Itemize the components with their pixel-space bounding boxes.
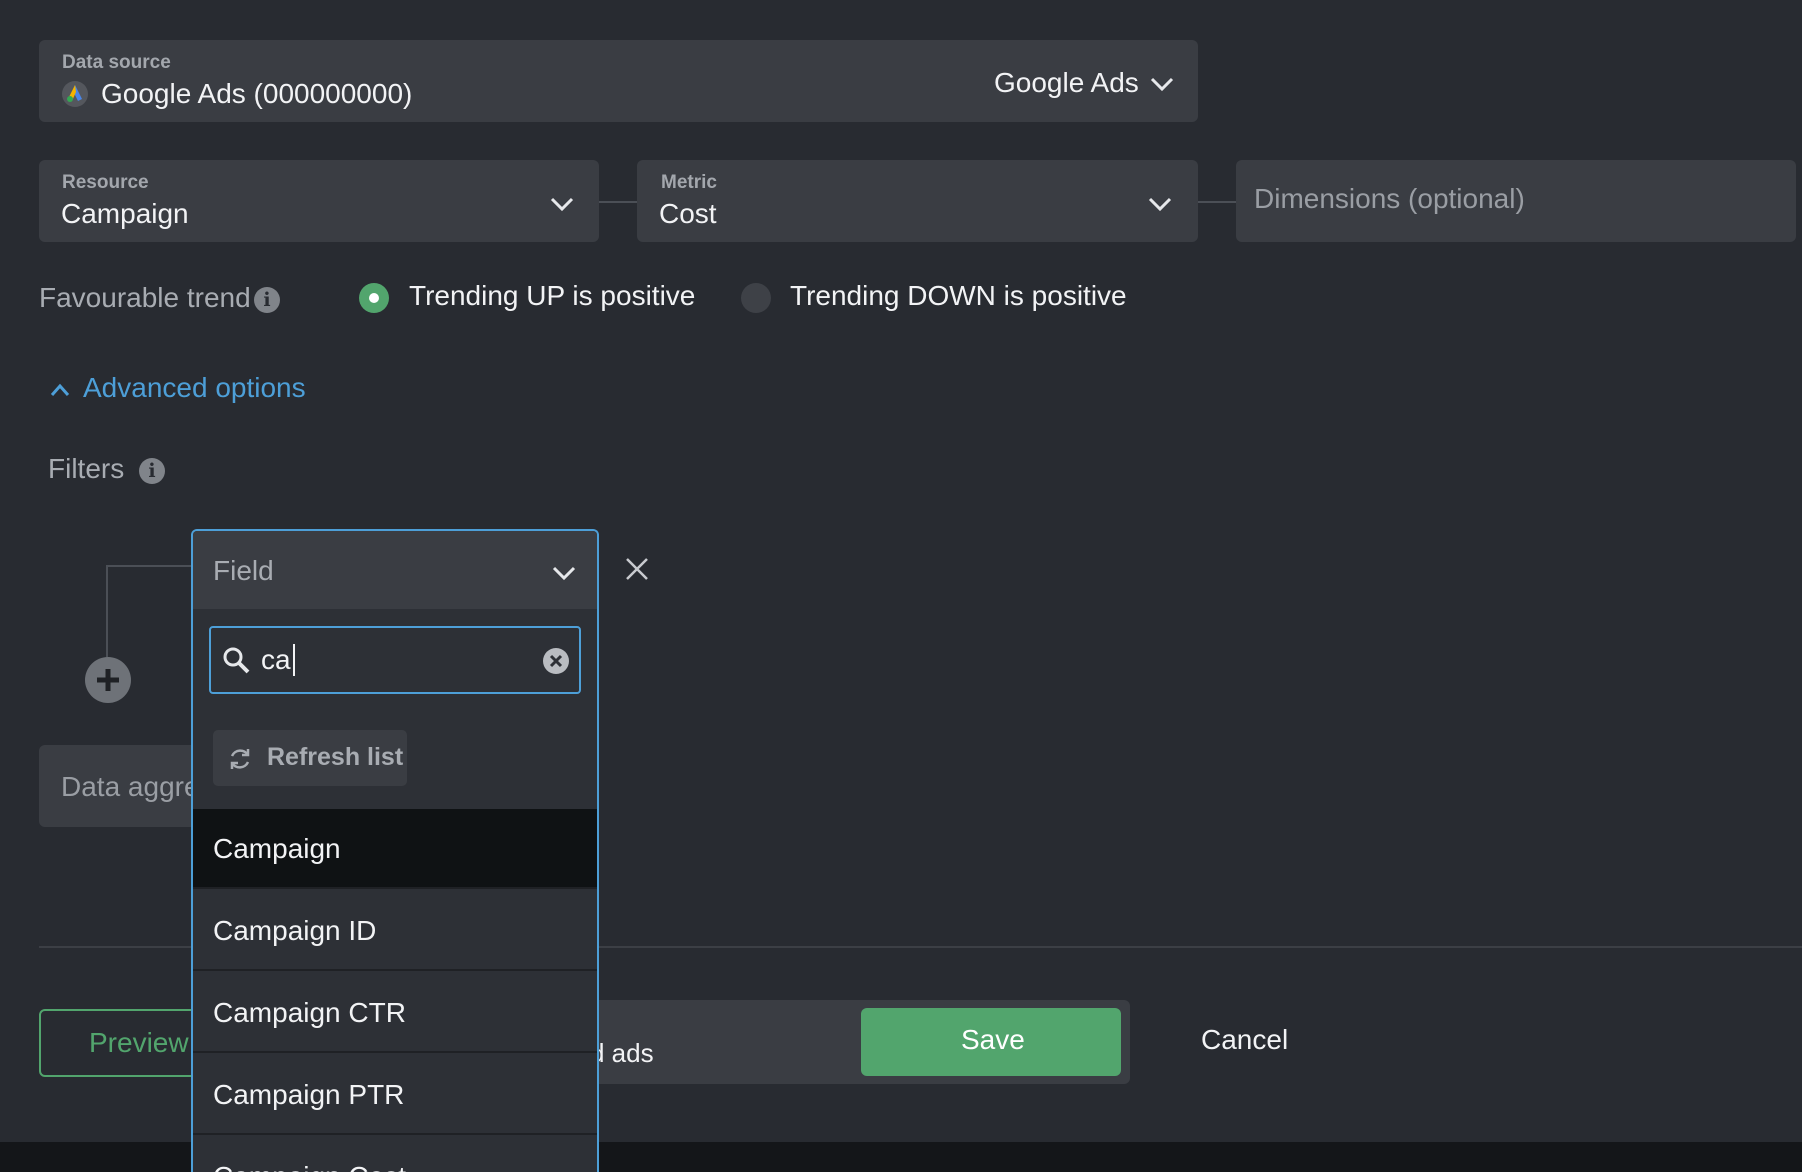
- chevron-down-icon[interactable]: [1149, 76, 1175, 92]
- field-dropdown-header[interactable]: Field: [193, 531, 597, 609]
- chevron-down-icon[interactable]: [551, 565, 577, 581]
- field-placeholder: Field: [213, 555, 274, 586]
- data-source-value: Google Ads (000000000): [101, 78, 413, 109]
- metric-value: Cost: [659, 198, 717, 229]
- text-cursor: [293, 644, 295, 676]
- google-ads-logo-icon: [62, 81, 88, 107]
- refresh-list-label: Refresh list: [267, 743, 404, 771]
- advanced-options-toggle[interactable]: Advanced options: [83, 372, 306, 404]
- close-icon[interactable]: [624, 556, 650, 582]
- trend-up-label[interactable]: Trending UP is positive: [409, 280, 695, 312]
- field-search-box[interactable]: ca: [209, 626, 581, 694]
- search-icon: [223, 647, 250, 674]
- filters-label: Filters: [48, 453, 125, 484]
- plus-circle-icon[interactable]: [84, 656, 132, 704]
- resource-label: Resource: [62, 172, 149, 193]
- cancel-button[interactable]: Cancel: [1201, 1024, 1288, 1056]
- info-icon[interactable]: i: [254, 287, 280, 313]
- chevron-down-icon[interactable]: [1147, 196, 1173, 212]
- dimensions-select[interactable]: Dimensions (optional): [1236, 160, 1796, 242]
- save-button[interactable]: Save: [861, 1008, 1121, 1076]
- metric-select[interactable]: Metric Cost: [637, 160, 1198, 242]
- clear-circle-icon[interactable]: [541, 646, 571, 676]
- chevron-down-icon[interactable]: [549, 196, 575, 212]
- data-source-provider[interactable]: Google Ads: [994, 67, 1139, 99]
- field-option[interactable]: Campaign Cost: [193, 1137, 597, 1172]
- data-source-select[interactable]: Data source Google Ads (000000000) Googl…: [39, 40, 1198, 122]
- trend-down-radio[interactable]: [741, 283, 771, 313]
- save-button-label: Save: [961, 1024, 1025, 1055]
- field-option[interactable]: Campaign ID: [193, 891, 597, 971]
- trend-down-label[interactable]: Trending DOWN is positive: [790, 280, 1127, 312]
- preview-button-label: Preview: [89, 1027, 189, 1058]
- data-aggregation-placeholder: Data aggre: [61, 771, 200, 802]
- info-icon[interactable]: i: [139, 458, 165, 484]
- refresh-list-button[interactable]: Refresh list: [213, 730, 407, 786]
- data-source-label: Data source: [62, 52, 171, 73]
- trend-up-radio[interactable]: [359, 283, 389, 313]
- field-option[interactable]: Campaign: [193, 809, 597, 889]
- field-search-input[interactable]: ca: [261, 644, 291, 676]
- dimensions-placeholder: Dimensions (optional): [1254, 183, 1525, 214]
- refresh-icon: [230, 749, 250, 769]
- resource-value: Campaign: [61, 198, 189, 229]
- connector-line: [1198, 201, 1236, 203]
- field-option[interactable]: Campaign CTR: [193, 973, 597, 1053]
- field-options-list: Campaign Campaign ID Campaign CTR Campai…: [193, 809, 597, 1172]
- favourable-trend-label: Favourable trend: [39, 282, 251, 313]
- resource-select[interactable]: Resource Campaign: [39, 160, 599, 242]
- field-option[interactable]: Campaign PTR: [193, 1055, 597, 1135]
- chevron-up-icon[interactable]: [49, 382, 71, 398]
- filter-tree-line: [106, 565, 108, 657]
- footer-toggle-group[interactable]: d ads Save: [560, 1000, 1130, 1084]
- connector-line: [599, 201, 637, 203]
- field-dropdown[interactable]: Field ca Refresh list Campaign Campaign …: [191, 529, 599, 1172]
- metric-label: Metric: [661, 172, 717, 193]
- footer-toggle-text: d ads: [590, 1038, 654, 1068]
- filter-tree-line: [106, 565, 192, 567]
